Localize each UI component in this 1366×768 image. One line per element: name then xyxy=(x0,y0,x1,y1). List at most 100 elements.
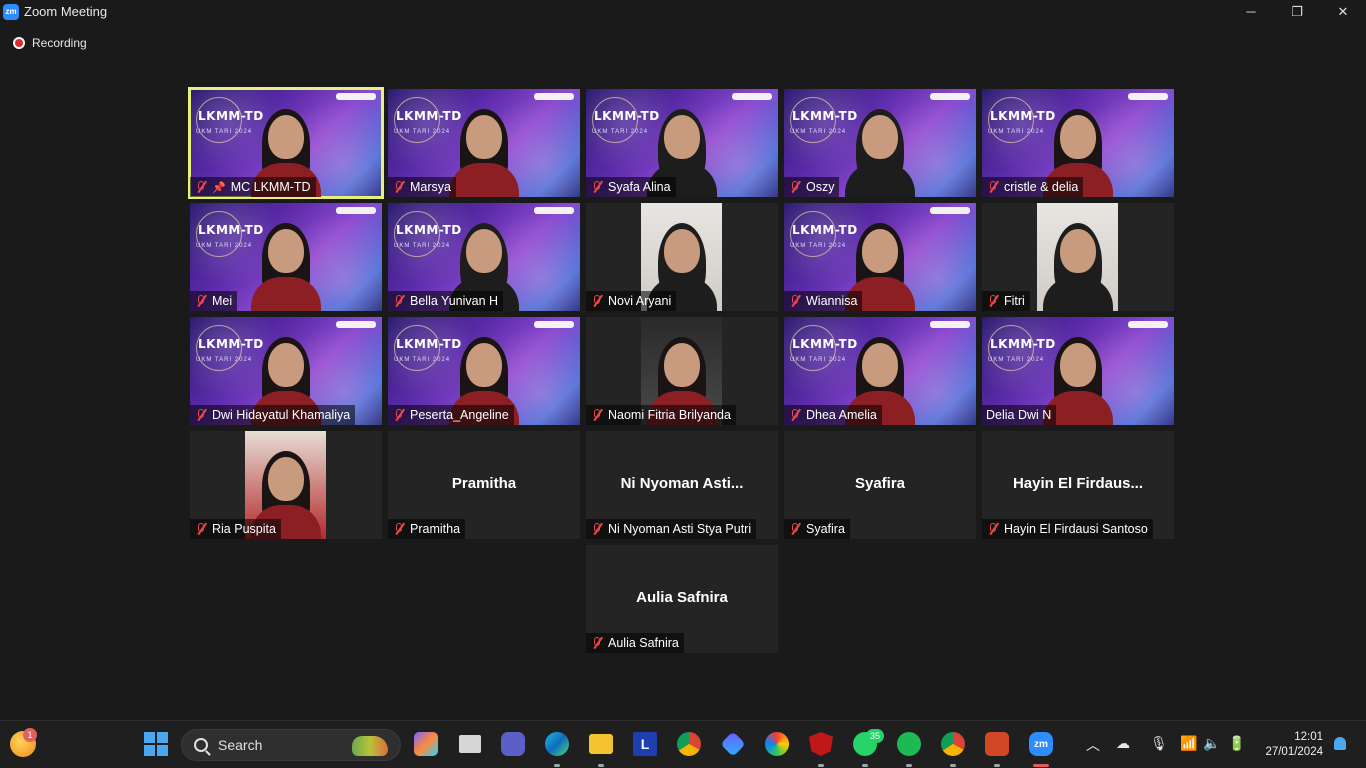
running-indicator xyxy=(862,764,868,767)
muted-microphone-icon xyxy=(392,408,406,422)
participant-name-bar: Dhea Amelia xyxy=(784,405,882,425)
participant-name-bar: Fitri xyxy=(982,291,1030,311)
participant-name-bar: Peserta_Angeline xyxy=(388,405,514,425)
participant-tile[interactable]: LKMM-TD UKM TARI 2024 Oszy xyxy=(784,89,976,197)
close-button[interactable]: ✕ xyxy=(1320,0,1366,23)
participant-name: Naomi Fitria Brilyanda xyxy=(608,408,731,422)
participant-tile[interactable]: LKMM-TD UKM TARI 2024 Marsya xyxy=(388,89,580,197)
participant-tile[interactable]: Aulia Safnira Aulia Safnira xyxy=(586,545,778,653)
muted-microphone-icon xyxy=(194,522,208,536)
participant-display-name: Syafira xyxy=(854,475,906,492)
participant-tile[interactable]: Fitri xyxy=(982,203,1174,311)
participant-tile[interactable]: Pramitha Pramitha xyxy=(388,431,580,539)
file-explorer-icon[interactable] xyxy=(586,729,616,759)
participant-tile[interactable]: LKMM-TD UKM TARI 2024 Syafa Alina xyxy=(586,89,778,197)
record-icon xyxy=(13,37,25,49)
participant-name-bar: Syafira xyxy=(784,519,850,539)
participant-name: Mei xyxy=(212,294,233,308)
copilot-icon[interactable] xyxy=(411,729,441,759)
browser-icon[interactable] xyxy=(762,729,792,759)
participant-tile[interactable]: Hayin El Firdaus... Hayin El Firdausi San… xyxy=(982,431,1174,539)
participant-name-bar: 📌 MC LKMM-TD xyxy=(190,177,316,197)
participant-tile[interactable]: LKMM-TD UKM TARI 2024 📌 MC LKMM-TD xyxy=(188,87,384,199)
participant-tile[interactable]: LKMM-TD UKM TARI 2024 Mei xyxy=(190,203,382,311)
battery-icon[interactable]: 🔋 xyxy=(1228,735,1245,752)
vpn-icon[interactable] xyxy=(718,729,748,759)
participant-tile[interactable]: Syafira Syafira xyxy=(784,431,976,539)
taskbar-search[interactable]: Search xyxy=(181,729,401,761)
background-badge xyxy=(930,321,970,328)
l-app-icon[interactable]: L xyxy=(630,729,660,759)
chrome-profile-icon[interactable] xyxy=(938,729,968,759)
minimize-button[interactable]: ─ xyxy=(1228,0,1274,23)
running-indicator xyxy=(554,764,560,767)
microphone-icon[interactable]: 🎙 xyxy=(1150,735,1168,752)
zoom-logo-icon: zm xyxy=(3,3,19,20)
participant-name-bar: cristle & delia xyxy=(982,177,1084,197)
clock[interactable]: 12:01 27/01/2024 xyxy=(1265,730,1323,760)
background-badge xyxy=(534,321,574,328)
participant-tile[interactable]: LKMM-TD UKM TARI 2024 Bella Yunivan H xyxy=(388,203,580,311)
mcafee-icon[interactable] xyxy=(806,729,836,759)
participant-tile[interactable]: LKMM-TD UKM TARI 2024 Dwi Hidayatul Khamal… xyxy=(190,317,382,425)
participant-tile[interactable]: Ria Puspita xyxy=(190,431,382,539)
maximize-button[interactable]: ❐ xyxy=(1274,0,1320,23)
participant-name-bar: Aulia Safnira xyxy=(586,633,684,653)
muted-microphone-icon xyxy=(392,294,406,308)
powerpoint-icon[interactable] xyxy=(982,729,1012,759)
taskbar: 1 Search L zm 35 ︿ ☁ 🎙 📶 🔈 🔋 12:01 27/01… xyxy=(0,720,1366,768)
notification-bell-icon[interactable] xyxy=(1334,737,1346,750)
participant-name-bar: Pramitha xyxy=(388,519,466,539)
participant-display-name: Hayin El Firdaus... xyxy=(1012,475,1144,492)
onedrive-icon[interactable]: ☁ xyxy=(1116,735,1130,752)
zoom-icon[interactable]: zm xyxy=(1026,729,1056,759)
participant-name-bar: Hayin El Firdausi Santoso xyxy=(982,519,1153,539)
background-subtitle: UKM TARI 2024 xyxy=(196,243,253,249)
muted-microphone-icon xyxy=(590,294,604,308)
participant-tile[interactable]: LKMM-TD UKM TARI 2024 Delia Dwi N xyxy=(982,317,1174,425)
participant-name: Peserta_Angeline xyxy=(410,408,509,422)
wifi-icon[interactable]: 📶 xyxy=(1180,735,1197,752)
participant-tile[interactable]: LKMM-TD UKM TARI 2024 Peserta_Angeline xyxy=(388,317,580,425)
chrome-icon[interactable] xyxy=(674,729,704,759)
participant-tile[interactable]: Novi Aryani xyxy=(586,203,778,311)
muted-microphone-icon xyxy=(788,294,802,308)
participant-tile[interactable]: LKMM-TD UKM TARI 2024 Wiannisa xyxy=(784,203,976,311)
participant-tile[interactable]: LKMM-TD UKM TARI 2024 Dhea Amelia xyxy=(784,317,976,425)
background-badge xyxy=(336,207,376,214)
participant-name-bar: Delia Dwi N xyxy=(982,405,1057,425)
start-button[interactable] xyxy=(144,732,168,756)
meet-icon[interactable] xyxy=(498,729,528,759)
participant-tile[interactable]: Ni Nyoman Asti... Ni Nyoman Asti Stya Put… xyxy=(586,431,778,539)
muted-microphone-icon xyxy=(392,180,406,194)
background-subtitle: UKM TARI 2024 xyxy=(790,357,847,363)
muted-microphone-icon xyxy=(194,294,208,308)
muted-microphone-icon xyxy=(194,180,208,194)
volume-icon[interactable]: 🔈 xyxy=(1203,735,1220,752)
participant-name: Ni Nyoman Asti Stya Putri xyxy=(608,522,752,536)
recording-indicator[interactable]: Recording xyxy=(13,36,87,50)
muted-microphone-icon xyxy=(590,636,604,650)
spotify-icon[interactable] xyxy=(894,729,924,759)
participant-video-silhouette xyxy=(251,219,321,311)
participant-video-silhouette xyxy=(449,105,519,197)
background-subtitle: UKM TARI 2024 xyxy=(790,129,847,135)
background-badge xyxy=(930,207,970,214)
muted-microphone-icon xyxy=(590,408,604,422)
participant-name-bar: Oszy xyxy=(784,177,840,197)
chevron-up-icon[interactable]: ︿ xyxy=(1086,735,1100,755)
clock-time: 12:01 xyxy=(1294,731,1323,743)
edge-icon[interactable] xyxy=(542,729,572,759)
muted-microphone-icon xyxy=(788,408,802,422)
participant-name-bar: Syafa Alina xyxy=(586,177,676,197)
search-label: Search xyxy=(218,737,263,753)
background-subtitle: UKM TARI 2024 xyxy=(394,129,451,135)
background-badge xyxy=(1128,93,1168,100)
participant-tile[interactable]: Naomi Fitria Brilyanda xyxy=(586,317,778,425)
running-indicator xyxy=(906,764,912,767)
task-view-icon[interactable] xyxy=(455,729,485,759)
background-badge xyxy=(336,93,376,100)
participant-name-bar: Ria Puspita xyxy=(190,519,281,539)
muted-microphone-icon xyxy=(194,408,208,422)
participant-tile[interactable]: LKMM-TD UKM TARI 2024 cristle & delia xyxy=(982,89,1174,197)
